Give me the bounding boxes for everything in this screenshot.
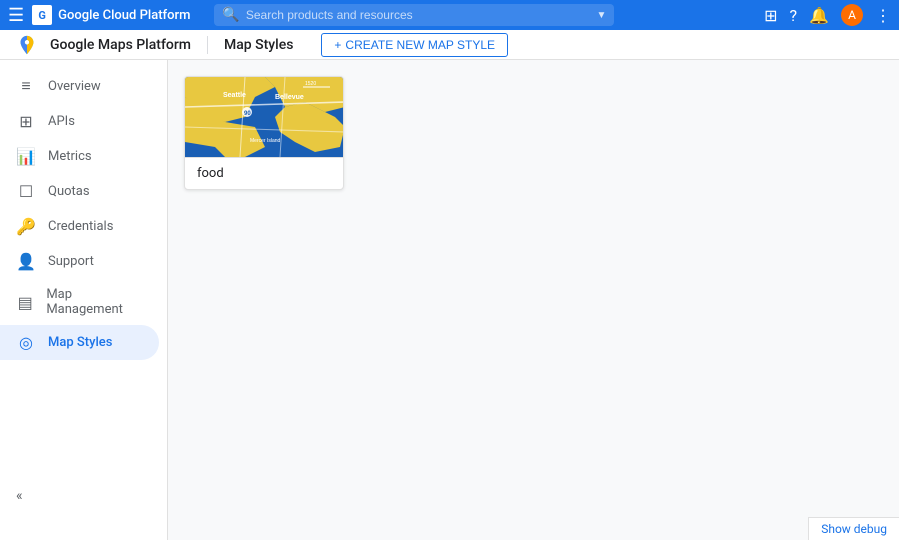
bell-icon[interactable]: 🔔 bbox=[809, 6, 829, 25]
overview-icon: ≡ bbox=[16, 76, 36, 96]
help-icon[interactable]: ? bbox=[790, 6, 798, 25]
sidebar-collapse-button[interactable]: « bbox=[0, 480, 168, 512]
sidebar-label-support: Support bbox=[48, 254, 94, 269]
create-map-style-button[interactable]: + CREATE NEW MAP STYLE bbox=[321, 33, 508, 57]
sidebar-item-map-styles[interactable]: ◎ Map Styles bbox=[0, 325, 159, 360]
topbar: ☰ G Google Cloud Platform 🔍 ▼ ⊞ ? 🔔 A ⋮ bbox=[0, 0, 899, 30]
collapse-icon: « bbox=[16, 488, 23, 504]
search-bar[interactable]: 🔍 ▼ bbox=[214, 4, 614, 26]
google-logo-icon: G bbox=[32, 5, 52, 25]
debug-bar[interactable]: Show debug bbox=[808, 517, 899, 540]
sidebar-item-support[interactable]: 👤 Support bbox=[0, 244, 159, 279]
map-management-icon: ▤ bbox=[16, 293, 34, 312]
map-styles-icon: ◎ bbox=[16, 333, 36, 352]
separator bbox=[207, 36, 208, 54]
grid-icon[interactable]: ⊞ bbox=[764, 6, 777, 25]
sidebar-label-map-styles: Map Styles bbox=[48, 335, 112, 350]
sidebar: ≡ Overview ⊞ APIs 📊 Metrics ☐ Quotas 🔑 C… bbox=[0, 60, 168, 540]
main-content: Seattle Bellevue Mercer Island 90 1520 f… bbox=[168, 60, 899, 540]
map-thumbnail: Seattle Bellevue Mercer Island 90 1520 bbox=[185, 77, 344, 157]
sidebar-label-apis: APIs bbox=[48, 114, 75, 129]
search-dropdown-icon[interactable]: ▼ bbox=[597, 10, 607, 21]
more-icon[interactable]: ⋮ bbox=[875, 6, 891, 25]
sidebar-label-credentials: Credentials bbox=[48, 219, 113, 234]
secondbar: Google Maps Platform Map Styles + CREATE… bbox=[0, 30, 899, 60]
create-label: CREATE NEW MAP STYLE bbox=[345, 38, 495, 52]
sidebar-item-map-management[interactable]: ▤ Map Management bbox=[0, 279, 159, 325]
sidebar-label-quotas: Quotas bbox=[48, 184, 90, 199]
search-icon: 🔍 bbox=[222, 7, 239, 23]
sidebar-item-credentials[interactable]: 🔑 Credentials bbox=[0, 209, 159, 244]
metrics-icon: 📊 bbox=[16, 147, 36, 166]
topbar-logo: G Google Cloud Platform bbox=[32, 5, 190, 25]
svg-text:90: 90 bbox=[244, 111, 251, 117]
svg-text:Seattle: Seattle bbox=[223, 92, 246, 99]
secondbar-title: Google Maps Platform bbox=[50, 37, 191, 53]
svg-text:Bellevue: Bellevue bbox=[275, 94, 304, 101]
sidebar-label-map-management: Map Management bbox=[46, 287, 143, 317]
layout: ≡ Overview ⊞ APIs 📊 Metrics ☐ Quotas 🔑 C… bbox=[0, 60, 899, 540]
sidebar-label-metrics: Metrics bbox=[48, 149, 92, 164]
topbar-actions: ⊞ ? 🔔 A ⋮ bbox=[764, 4, 891, 26]
support-icon: 👤 bbox=[16, 252, 36, 271]
sidebar-item-overview[interactable]: ≡ Overview bbox=[0, 68, 159, 104]
svg-text:1520: 1520 bbox=[305, 81, 316, 87]
quotas-icon: ☐ bbox=[16, 182, 36, 201]
sidebar-item-metrics[interactable]: 📊 Metrics bbox=[0, 139, 159, 174]
apis-icon: ⊞ bbox=[16, 112, 36, 131]
topbar-title: Google Cloud Platform bbox=[58, 8, 190, 23]
secondbar-page: Map Styles bbox=[224, 37, 293, 53]
sidebar-item-quotas[interactable]: ☐ Quotas bbox=[0, 174, 159, 209]
map-style-card[interactable]: Seattle Bellevue Mercer Island 90 1520 f… bbox=[184, 76, 344, 190]
map-preview-svg: Seattle Bellevue Mercer Island 90 1520 bbox=[185, 77, 344, 157]
create-icon: + bbox=[334, 38, 341, 52]
menu-icon[interactable]: ☰ bbox=[8, 5, 24, 26]
search-input[interactable] bbox=[246, 8, 593, 22]
sidebar-item-apis[interactable]: ⊞ APIs bbox=[0, 104, 159, 139]
debug-label: Show debug bbox=[821, 522, 887, 536]
maps-logo bbox=[16, 34, 38, 56]
credentials-icon: 🔑 bbox=[16, 217, 36, 236]
account-icon[interactable]: A bbox=[841, 4, 863, 26]
svg-text:Mercer Island: Mercer Island bbox=[250, 138, 281, 144]
sidebar-label-overview: Overview bbox=[48, 79, 101, 94]
map-card-label: food bbox=[185, 157, 343, 189]
